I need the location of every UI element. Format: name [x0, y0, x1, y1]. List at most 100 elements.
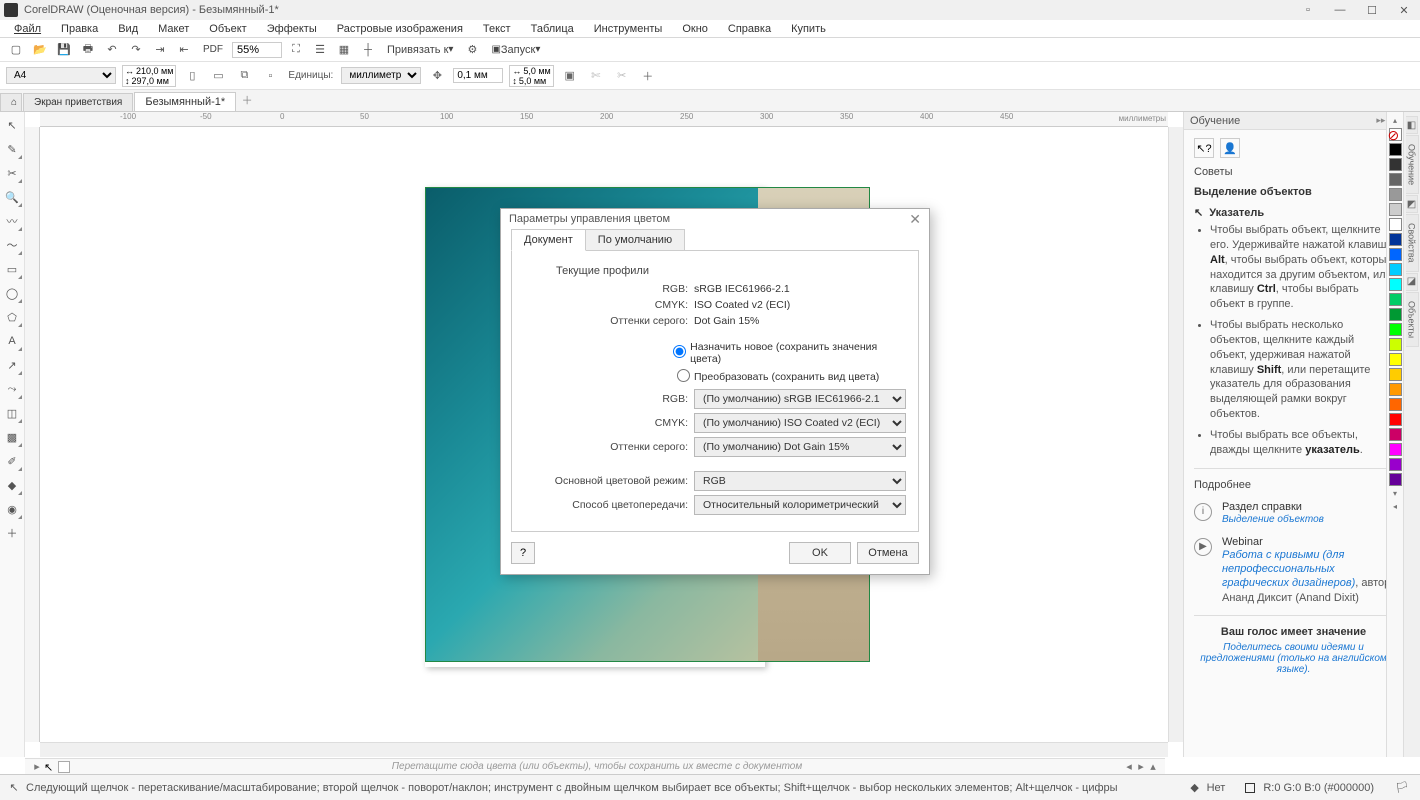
- document-tab[interactable]: Безымянный-1*: [134, 92, 236, 111]
- color-swatch[interactable]: ⊘: [1389, 128, 1402, 141]
- color-swatch[interactable]: [1389, 353, 1402, 366]
- palette-up-icon[interactable]: ▴: [1393, 114, 1397, 127]
- fill-status-icon[interactable]: ◆: [1187, 780, 1203, 796]
- import-icon[interactable]: ⇥: [150, 41, 170, 59]
- all-pages-icon[interactable]: ⧉: [234, 66, 254, 86]
- doc-palette-expand-icon[interactable]: ▴: [1147, 760, 1159, 773]
- redo-icon[interactable]: ↷: [126, 41, 146, 59]
- polygon-tool-icon[interactable]: ⬠: [3, 308, 21, 326]
- quick-customize-icon[interactable]: ✄: [586, 66, 606, 86]
- menu-file[interactable]: Файл: [6, 21, 49, 37]
- search-tab-icon[interactable]: 👤: [1220, 138, 1240, 158]
- cancel-button[interactable]: Отмена: [857, 542, 919, 564]
- orientation-portrait-icon[interactable]: ▯: [182, 66, 202, 86]
- export-icon[interactable]: ⇤: [174, 41, 194, 59]
- fill-tool-icon[interactable]: ◆: [3, 476, 21, 494]
- guides-icon[interactable]: ┼: [358, 41, 378, 59]
- docker-tab-objects[interactable]: Объекты: [1406, 292, 1419, 347]
- vertical-scrollbar[interactable]: [1168, 127, 1183, 742]
- color-swatch[interactable]: [1389, 383, 1402, 396]
- primary-mode-dropdown[interactable]: RGB: [694, 471, 906, 491]
- maximize-icon[interactable]: ☐: [1360, 4, 1384, 17]
- help-link[interactable]: Выделение объектов: [1222, 513, 1324, 526]
- dialog-tab-default[interactable]: По умолчанию: [585, 229, 685, 251]
- color-swatch[interactable]: [1389, 218, 1402, 231]
- menu-effects[interactable]: Эффекты: [259, 21, 325, 37]
- dialog-help-button[interactable]: ?: [511, 542, 535, 564]
- color-swatch[interactable]: [1389, 293, 1402, 306]
- color-swatch[interactable]: [1389, 203, 1402, 216]
- ellipse-tool-icon[interactable]: ◯: [3, 284, 21, 302]
- drop-shadow-icon[interactable]: ◫: [3, 404, 21, 422]
- color-swatch[interactable]: [1389, 443, 1402, 456]
- color-swatch[interactable]: [1389, 398, 1402, 411]
- text-tool-icon[interactable]: A: [3, 332, 21, 350]
- menu-buy[interactable]: Купить: [783, 21, 834, 37]
- webinar-link[interactable]: Работа с кривыми (для непрофессиональных…: [1222, 548, 1393, 605]
- zoom-tool-icon[interactable]: 🔍: [3, 188, 21, 206]
- save-icon[interactable]: 💾: [54, 41, 74, 59]
- current-page-icon[interactable]: ▫: [260, 66, 280, 86]
- minimize-icon[interactable]: —: [1328, 4, 1352, 17]
- color-swatch[interactable]: [1389, 173, 1402, 186]
- color-swatch[interactable]: [1389, 428, 1402, 441]
- menu-view[interactable]: Вид: [110, 21, 146, 37]
- color-swatch[interactable]: [1389, 413, 1402, 426]
- color-proof-icon[interactable]: 🏳: [1394, 780, 1410, 796]
- duplicate-distance[interactable]: ↔5,0 мм ↕5,0 мм: [509, 65, 553, 87]
- publish-pdf-icon[interactable]: PDF: [198, 43, 228, 56]
- palette-expand-icon[interactable]: ◂: [1393, 500, 1397, 513]
- quick-customize2-icon[interactable]: ✂: [612, 66, 632, 86]
- vertical-ruler[interactable]: [25, 127, 40, 742]
- color-swatch[interactable]: [1389, 188, 1402, 201]
- menu-table[interactable]: Таблица: [523, 21, 582, 37]
- horizontal-ruler[interactable]: -100 -50 0 50 100 150 200 250 300 350 40…: [40, 112, 1168, 127]
- rulers-icon[interactable]: ☰: [310, 41, 330, 59]
- undo-icon[interactable]: ↶: [102, 41, 122, 59]
- home-tab[interactable]: ⌂: [0, 93, 22, 111]
- smart-fill-icon[interactable]: ◉: [3, 500, 21, 518]
- treat-as-filled-icon[interactable]: ▣: [560, 66, 580, 86]
- grid-icon[interactable]: ▦: [334, 41, 354, 59]
- color-swatch[interactable]: [1389, 308, 1402, 321]
- freehand-tool-icon[interactable]: 〰: [3, 212, 21, 230]
- artistic-media-icon[interactable]: 〜: [3, 236, 21, 254]
- eyedropper-tool-icon[interactable]: ✐: [3, 452, 21, 470]
- nudge-input[interactable]: [453, 68, 503, 83]
- crop-tool-icon[interactable]: ✂: [3, 164, 21, 182]
- menu-window[interactable]: Окно: [674, 21, 716, 37]
- menu-bitmaps[interactable]: Растровые изображения: [329, 21, 471, 37]
- palette-down-icon[interactable]: ▾: [1393, 487, 1397, 500]
- options-icon[interactable]: ⚙: [462, 41, 482, 59]
- color-swatch[interactable]: [1389, 233, 1402, 246]
- menu-tools[interactable]: Инструменты: [586, 21, 671, 37]
- orientation-landscape-icon[interactable]: ▭: [208, 66, 228, 86]
- welcome-tab[interactable]: Экран приветствия: [23, 93, 133, 111]
- connector-tool-icon[interactable]: ⤳: [3, 380, 21, 398]
- ok-button[interactable]: OK: [789, 542, 851, 564]
- toolbox-add-icon[interactable]: ＋: [3, 524, 21, 542]
- doc-palette-right-icon[interactable]: ▸: [1135, 760, 1147, 773]
- color-swatch[interactable]: [1389, 263, 1402, 276]
- menu-text[interactable]: Текст: [475, 21, 519, 37]
- docker-tab-learn[interactable]: Обучение: [1406, 135, 1419, 194]
- convert-radio-label[interactable]: Преобразовать (сохранить вид цвета): [694, 371, 879, 383]
- shape-tool-icon[interactable]: ✎: [3, 140, 21, 158]
- convert-radio[interactable]: [677, 369, 690, 382]
- rectangle-tool-icon[interactable]: ▭: [3, 260, 21, 278]
- outline-status-icon[interactable]: [1245, 783, 1255, 793]
- docker-tab-icon2[interactable]: ◩: [1406, 195, 1418, 213]
- color-swatch[interactable]: [1389, 158, 1402, 171]
- color-swatch[interactable]: [1389, 368, 1402, 381]
- dialog-titlebar[interactable]: Параметры управления цветом ✕: [501, 209, 929, 229]
- fullscreen-icon[interactable]: ⛶: [286, 41, 306, 59]
- page-size-dropdown[interactable]: A4: [6, 67, 116, 84]
- color-swatch[interactable]: [1389, 278, 1402, 291]
- pick-tool-icon[interactable]: ↖: [3, 116, 21, 134]
- parallel-dim-icon[interactable]: ↗: [3, 356, 21, 374]
- close-icon[interactable]: ✕: [1392, 4, 1416, 17]
- color-swatch[interactable]: [1389, 458, 1402, 471]
- print-icon[interactable]: 🖶: [78, 41, 98, 59]
- dialog-tab-document[interactable]: Документ: [511, 229, 586, 251]
- horizontal-scrollbar[interactable]: [40, 742, 1168, 757]
